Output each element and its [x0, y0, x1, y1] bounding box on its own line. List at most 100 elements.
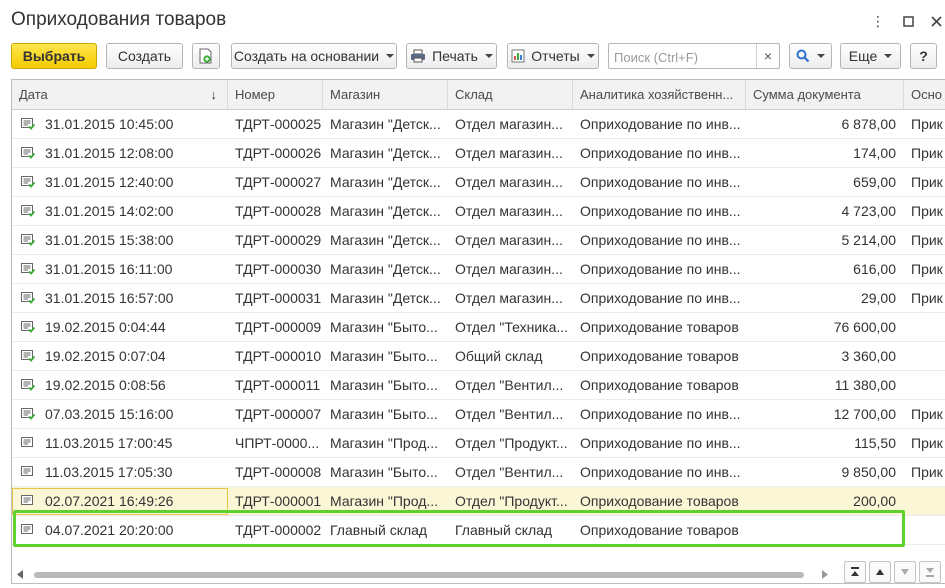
- table-row[interactable]: 31.01.2015 16:57:00 ТДРТ-000031 Магазин "Д…: [12, 284, 945, 313]
- more-button[interactable]: Еще: [840, 43, 901, 69]
- cell-analytics: Оприходование по инв...: [580, 290, 741, 306]
- cell-warehouse: Отдел магазин...: [455, 116, 563, 132]
- table-row[interactable]: 04.07.2021 20:20:00 ТДРТ-000002 Главный ск…: [12, 516, 945, 545]
- column-header-basis[interactable]: Осно: [904, 80, 945, 109]
- cell-store: Магазин "Детск...: [330, 232, 441, 248]
- search-icon: [796, 49, 810, 63]
- cell-analytics: Оприходование по инв...: [580, 232, 741, 248]
- column-header-sum[interactable]: Сумма документа: [746, 80, 904, 109]
- cell-warehouse: Общий склад: [455, 348, 543, 364]
- table-row[interactable]: 07.03.2015 15:16:00 ТДРТ-000007 Магазин "Б…: [12, 400, 945, 429]
- more-button-label: Еще: [848, 48, 878, 64]
- cell-date: 19.02.2015 0:07:04: [45, 348, 166, 364]
- table-row[interactable]: 19.02.2015 0:08:56 ТДРТ-000011 Магазин "Бы…: [12, 371, 945, 400]
- create-based-on-label: Создать на основании: [233, 48, 380, 64]
- table-row[interactable]: 31.01.2015 15:38:00 ТДРТ-000029 Магазин "Д…: [12, 226, 945, 255]
- cell-warehouse: Отдел магазин...: [455, 290, 563, 306]
- cell-analytics: Оприходование по инв...: [580, 435, 741, 451]
- title-bar: Оприходования товаров ⋮: [0, 0, 945, 40]
- cell-date: 07.03.2015 15:16:00: [45, 406, 174, 422]
- scroll-to-top-icon[interactable]: [844, 561, 866, 583]
- cell-analytics: Оприходование по инв...: [580, 145, 741, 161]
- cell-sum: 200,00: [853, 493, 896, 509]
- search-input[interactable]: [612, 46, 756, 68]
- clear-search-icon[interactable]: ×: [756, 44, 779, 68]
- column-header-analytics[interactable]: Аналитика хозяйственн...: [573, 80, 746, 109]
- cell-sum: 9 850,00: [841, 464, 897, 480]
- scroll-right-icon[interactable]: [821, 570, 829, 579]
- maximize-icon[interactable]: [898, 11, 918, 31]
- cell-analytics: Оприходование по инв...: [580, 174, 741, 190]
- scroll-up-icon[interactable]: [869, 561, 891, 583]
- cell-date: 31.01.2015 15:38:00: [45, 232, 174, 248]
- cell-date: 31.01.2015 16:11:00: [45, 261, 173, 277]
- copy-document-button[interactable]: [192, 43, 220, 69]
- help-button[interactable]: ?: [910, 43, 937, 69]
- cell-warehouse: Отдел "Продукт...: [455, 435, 568, 451]
- horizontal-scrollbar[interactable]: [16, 569, 831, 579]
- kebab-menu-icon[interactable]: ⋮: [868, 11, 888, 31]
- cell-date: 02.07.2021 16:49:26: [45, 493, 174, 509]
- table-row[interactable]: 11.03.2015 17:00:45 ЧПРТ-0000... Магазин "…: [12, 429, 945, 458]
- cell-date: 31.01.2015 14:02:00: [45, 203, 174, 219]
- window-title: Оприходования товаров: [11, 9, 227, 30]
- cell-sum: 5 214,00: [841, 232, 897, 248]
- create-button[interactable]: Создать: [106, 43, 183, 69]
- cell-store: Магазин "Детск...: [330, 203, 441, 219]
- table-row[interactable]: 19.02.2015 0:04:44 ТДРТ-000009 Магазин "Бы…: [12, 313, 945, 342]
- close-icon[interactable]: [926, 11, 945, 31]
- column-header-store[interactable]: Магазин: [323, 80, 448, 109]
- cell-sum: 29,00: [860, 290, 896, 306]
- cell-store: Магазин "Детск...: [330, 290, 441, 306]
- select-button[interactable]: Выбрать: [11, 43, 97, 69]
- create-based-on-button[interactable]: Создать на основании: [231, 43, 397, 69]
- scroll-down-icon[interactable]: [894, 561, 916, 583]
- search-button[interactable]: [789, 43, 832, 69]
- cell-analytics: Оприходование товаров: [580, 377, 739, 393]
- cell-date: 19.02.2015 0:08:56: [45, 377, 166, 393]
- table-row[interactable]: 31.01.2015 14:02:00 ТДРТ-000028 Магазин "Д…: [12, 197, 945, 226]
- scrollbar-thumb[interactable]: [34, 572, 804, 578]
- cell-warehouse: Отдел магазин...: [455, 174, 563, 190]
- table-row[interactable]: 31.01.2015 12:08:00 ТДРТ-000026 Магазин "Д…: [12, 139, 945, 168]
- cell-number: ТДРТ-000026: [235, 145, 322, 161]
- table-row[interactable]: 31.01.2015 10:45:00 ТДРТ-000025 Магазин "Д…: [12, 110, 945, 139]
- column-header-number[interactable]: Номер: [228, 80, 323, 109]
- scroll-left-icon[interactable]: [16, 570, 24, 579]
- cell-number: ТДРТ-000007: [235, 406, 322, 422]
- cell-analytics: Оприходование по инв...: [580, 464, 741, 480]
- table-row[interactable]: 11.03.2015 17:05:30 ТДРТ-000008 Магазин "Б…: [12, 458, 945, 487]
- create-button-label: Создать: [117, 48, 172, 64]
- printer-icon: [411, 49, 426, 63]
- print-button-label: Печать: [432, 48, 478, 64]
- reports-button[interactable]: Отчеты: [507, 43, 599, 69]
- chevron-down-icon: [884, 54, 893, 58]
- cell-store: Магазин "Быто...: [330, 377, 438, 393]
- cell-basis: Прик: [911, 232, 943, 248]
- cell-sum: 6 878,00: [841, 116, 897, 132]
- table-row[interactable]: 19.02.2015 0:07:04 ТДРТ-000010 Магазин "Бы…: [12, 342, 945, 371]
- scroll-to-bottom-icon[interactable]: [919, 561, 941, 583]
- cell-basis: [904, 516, 945, 544]
- cell-number: ТДРТ-000002: [235, 522, 322, 538]
- cell-warehouse: Отдел магазин...: [455, 145, 563, 161]
- table-row[interactable]: 02.07.2021 16:49:26 ТДРТ-000001 Магазин "П…: [12, 487, 945, 516]
- cell-number: ТДРТ-000011: [235, 377, 321, 393]
- column-header-warehouse[interactable]: Склад: [448, 80, 573, 109]
- copy-document-icon: [199, 48, 212, 64]
- column-header-date[interactable]: Дата ↓: [12, 80, 228, 109]
- cell-number: ТДРТ-000001: [235, 493, 322, 509]
- search-box: ×: [608, 43, 780, 69]
- cell-number: ТДРТ-000030: [235, 261, 322, 277]
- cell-warehouse: Отдел магазин...: [455, 261, 563, 277]
- cell-store: Магазин "Быто...: [330, 319, 438, 335]
- documents-table: Дата ↓ Номер Магазин Склад Аналитика хоз…: [11, 79, 945, 584]
- chevron-down-icon: [817, 54, 825, 58]
- table-row[interactable]: 31.01.2015 16:11:00 ТДРТ-000030 Магазин "Д…: [12, 255, 945, 284]
- cell-sum: 174,00: [853, 145, 896, 161]
- table-row[interactable]: 31.01.2015 12:40:00 ТДРТ-000027 Магазин "Д…: [12, 168, 945, 197]
- help-button-label: ?: [919, 48, 928, 64]
- cell-basis: Прик: [911, 435, 943, 451]
- print-button[interactable]: Печать: [406, 43, 497, 69]
- cell-date: 04.07.2021 20:20:00: [45, 522, 174, 538]
